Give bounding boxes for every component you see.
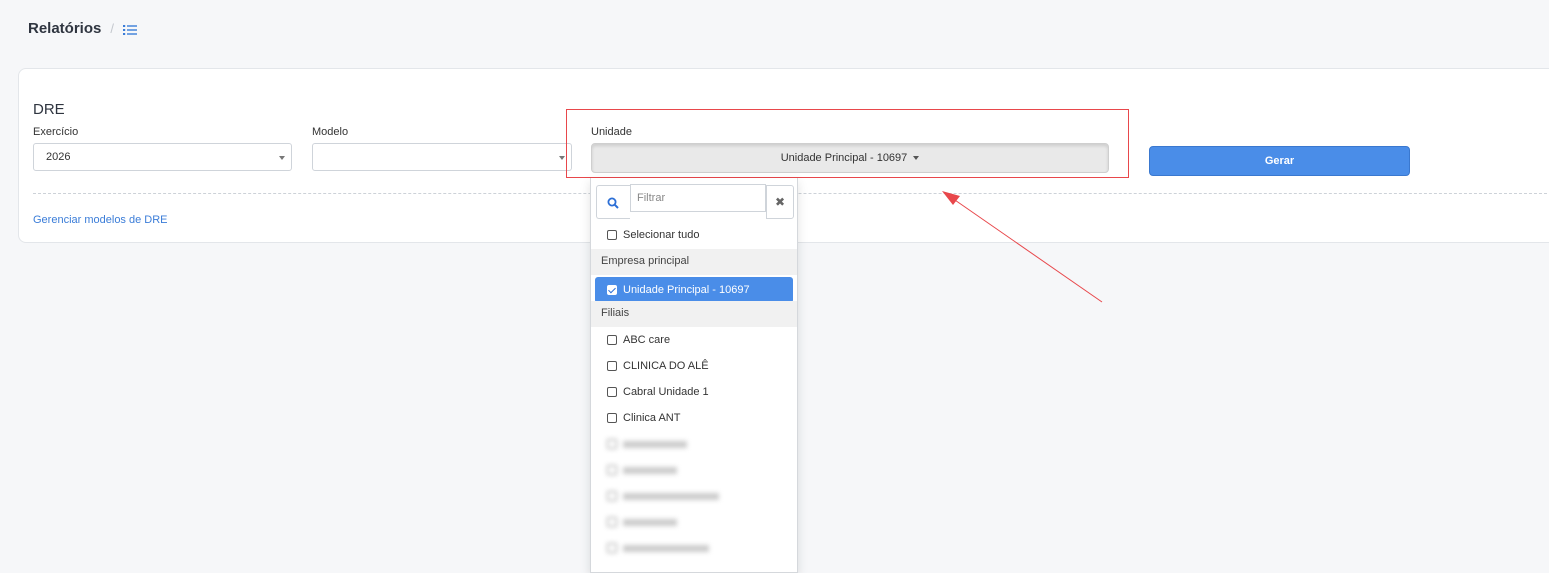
card-title: DRE bbox=[33, 101, 65, 118]
unidade-dropdown-menu: ✖ Selecionar tudo Empresa principal Unid… bbox=[590, 178, 798, 573]
checkbox[interactable] bbox=[607, 335, 617, 345]
checkbox[interactable] bbox=[607, 517, 617, 527]
checkbox[interactable] bbox=[607, 361, 617, 371]
select-all-option[interactable]: Selecionar tudo bbox=[591, 222, 797, 248]
exercicio-select[interactable]: 2026 bbox=[33, 143, 292, 171]
checkbox[interactable] bbox=[607, 439, 617, 449]
option-cabral-unidade-1[interactable]: Cabral Unidade 1 bbox=[591, 379, 797, 405]
group-header-filiais: Filiais bbox=[591, 301, 797, 327]
chevron-down-icon bbox=[559, 156, 565, 160]
option-label: CLINICA DO ALÊ bbox=[623, 360, 709, 372]
checkbox[interactable] bbox=[607, 413, 617, 423]
checkbox[interactable] bbox=[607, 387, 617, 397]
exercicio-value: 2026 bbox=[46, 151, 71, 163]
option-label: Unidade Principal - 10697 bbox=[623, 284, 750, 296]
filter-input[interactable] bbox=[630, 184, 766, 212]
redacted-text bbox=[623, 492, 719, 500]
annotation-arrow-icon bbox=[942, 191, 1103, 303]
redacted-text bbox=[623, 466, 677, 474]
checkbox[interactable] bbox=[607, 491, 617, 501]
redacted-option[interactable] bbox=[591, 431, 797, 457]
list-icon[interactable] bbox=[122, 23, 137, 35]
group-header-empresa-principal: Empresa principal bbox=[591, 249, 797, 275]
option-clinica-do-ale[interactable]: CLINICA DO ALÊ bbox=[591, 353, 797, 379]
option-abc-care[interactable]: ABC care bbox=[591, 327, 797, 353]
modelo-label: Modelo bbox=[312, 126, 349, 138]
page-title: Relatórios bbox=[28, 20, 102, 37]
redacted-text bbox=[623, 518, 677, 526]
modelo-select[interactable] bbox=[312, 143, 572, 171]
redacted-option[interactable] bbox=[591, 457, 797, 483]
select-all-label: Selecionar tudo bbox=[623, 229, 700, 241]
option-clinica-ant[interactable]: Clinica ANT bbox=[591, 405, 797, 431]
search-icon bbox=[607, 197, 619, 209]
option-label: ABC care bbox=[623, 334, 671, 346]
redacted-option[interactable] bbox=[591, 535, 797, 561]
checkbox[interactable] bbox=[607, 543, 617, 553]
option-label: Cabral Unidade 1 bbox=[623, 386, 709, 398]
filter-row: ✖ bbox=[596, 184, 794, 219]
option-unidade-principal[interactable]: Unidade Principal - 10697 bbox=[595, 277, 793, 303]
breadcrumb: Relatórios / bbox=[28, 20, 137, 37]
annotation-highlight-box bbox=[566, 109, 1129, 178]
clear-filter-button[interactable]: ✖ bbox=[766, 185, 794, 219]
search-addon bbox=[596, 185, 630, 219]
breadcrumb-separator: / bbox=[110, 21, 114, 36]
manage-dre-models-link[interactable]: Gerenciar modelos de DRE bbox=[33, 214, 168, 226]
redacted-option[interactable] bbox=[591, 483, 797, 509]
gerar-button[interactable]: Gerar bbox=[1149, 146, 1410, 176]
option-label: Clinica ANT bbox=[623, 412, 681, 424]
redacted-text bbox=[623, 440, 687, 448]
close-icon: ✖ bbox=[774, 195, 786, 209]
checkbox-checked[interactable] bbox=[607, 285, 617, 295]
checkbox[interactable] bbox=[607, 230, 617, 240]
exercicio-label: Exercício bbox=[33, 126, 79, 138]
redacted-option[interactable] bbox=[591, 509, 797, 535]
chevron-down-icon bbox=[279, 156, 285, 160]
redacted-text bbox=[623, 544, 709, 552]
checkbox[interactable] bbox=[607, 465, 617, 475]
